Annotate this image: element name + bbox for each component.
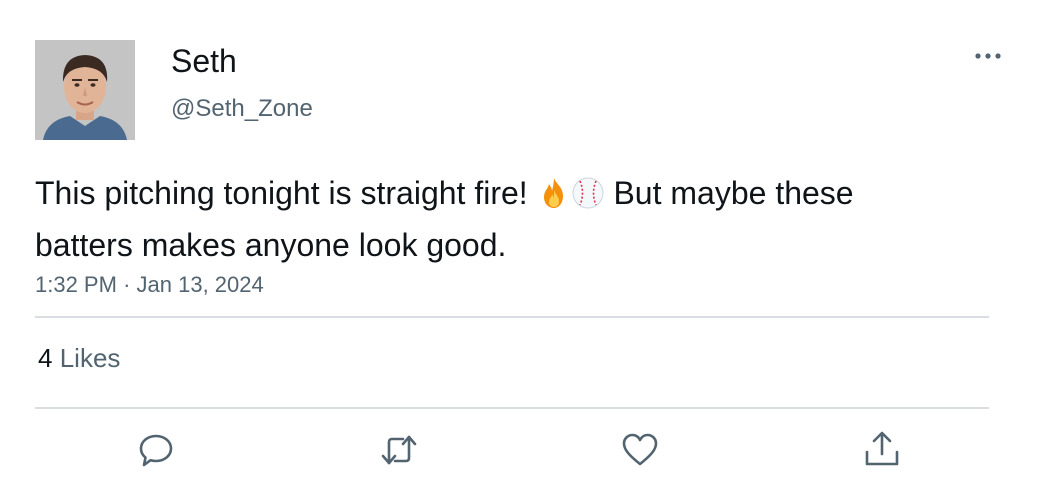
timestamp-separator: · — [123, 272, 131, 297]
like-icon[interactable] — [620, 430, 660, 470]
author-display-name[interactable]: Seth — [171, 43, 237, 79]
more-icon[interactable] — [972, 44, 1004, 68]
baseball-emoji — [571, 176, 605, 222]
avatar[interactable] — [35, 40, 135, 140]
tweet-text-part-1: This pitching tonight is straight fire! — [35, 175, 537, 211]
share-icon[interactable] — [862, 430, 902, 470]
likes-stat[interactable]: 4 Likes — [38, 343, 120, 373]
fire-emoji — [537, 176, 571, 222]
tweet-card: Seth @Seth_Zone This pitching tonight is… — [0, 0, 1050, 480]
tweet-time[interactable]: 1:32 PM — [35, 272, 117, 297]
tweet-text: This pitching tonight is straight fire! … — [35, 170, 875, 268]
likes-count: 4 — [38, 343, 53, 373]
divider — [35, 407, 989, 409]
divider — [35, 316, 989, 318]
retweet-icon[interactable] — [379, 430, 419, 470]
tweet-timestamp[interactable]: 1:32 PM · Jan 13, 2024 — [35, 272, 264, 298]
author-handle[interactable]: @Seth_Zone — [171, 95, 313, 123]
reply-icon[interactable] — [136, 430, 176, 470]
tweet-date[interactable]: Jan 13, 2024 — [137, 272, 264, 297]
likes-label: Likes — [59, 343, 121, 373]
